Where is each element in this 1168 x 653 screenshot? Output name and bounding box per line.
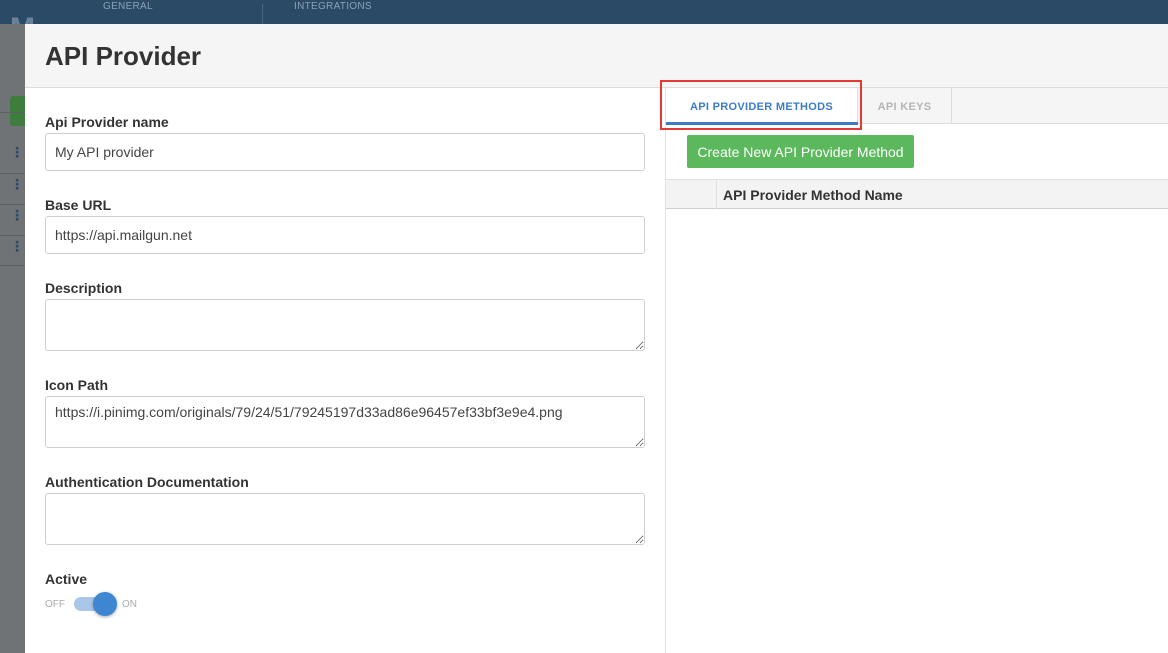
bg-divider [0,235,25,236]
description-textarea[interactable] [45,299,645,351]
bg-divider [0,204,25,205]
active-label: Active [45,571,88,587]
create-method-button[interactable]: Create New API Provider Method [687,135,914,168]
app-left-strip: ⋮ ⋮ ⋮ ⋮ [0,24,25,653]
toggle-on-label: ON [122,599,137,610]
select-column-header [666,180,717,209]
methods-table-header: API Provider Method Name [666,179,1168,209]
provider-name-input[interactable] [45,133,645,171]
nav-general[interactable]: GENERAL [103,1,153,12]
base-url-input[interactable] [45,216,645,254]
provider-name-label: Api Provider name [45,114,169,130]
provider-form: Api Provider name Base URL Description I… [25,88,665,653]
tab-bar: API PROVIDER METHODS API KEYS [660,80,1168,130]
tab-label: API PROVIDER METHODS [690,101,833,113]
row-menu-icon[interactable]: ⋮ [10,177,24,191]
bg-divider [0,173,25,174]
nav-integrations[interactable]: INTEGRATIONS [294,1,372,12]
app-topbar: M GENERAL INTEGRATIONS [0,0,1168,44]
bg-divider [0,112,25,113]
bg-divider [0,265,25,266]
tab-api-provider-methods[interactable]: API PROVIDER METHODS [666,88,858,125]
active-tab-indicator [666,122,858,125]
base-url-label: Base URL [45,197,112,213]
description-label: Description [45,280,123,296]
api-provider-modal: API Provider Api Provider name Base URL … [25,24,1168,653]
icon-path-textarea[interactable]: https://i.pinimg.com/originals/79/24/51/… [45,396,645,448]
methods-pane: API PROVIDER METHODS API KEYS Create New… [660,80,1168,653]
row-menu-icon[interactable]: ⋮ [10,239,24,253]
modal-header: API Provider [25,24,1168,88]
method-name-column-header[interactable]: API Provider Method Name [723,187,903,203]
row-menu-icon[interactable]: ⋮ [10,145,24,159]
auth-doc-textarea[interactable] [45,493,645,545]
tab-label: API KEYS [877,101,932,113]
bg-green-button[interactable] [10,96,25,126]
toggle-off-label: OFF [45,599,65,610]
nav-divider [262,4,263,24]
modal-title: API Provider [45,41,202,71]
auth-doc-label: Authentication Documentation [45,474,249,490]
icon-path-label: Icon Path [45,377,109,393]
row-menu-icon[interactable]: ⋮ [10,208,24,222]
toggle-knob[interactable] [93,592,117,616]
tab-api-keys[interactable]: API KEYS [858,88,952,124]
